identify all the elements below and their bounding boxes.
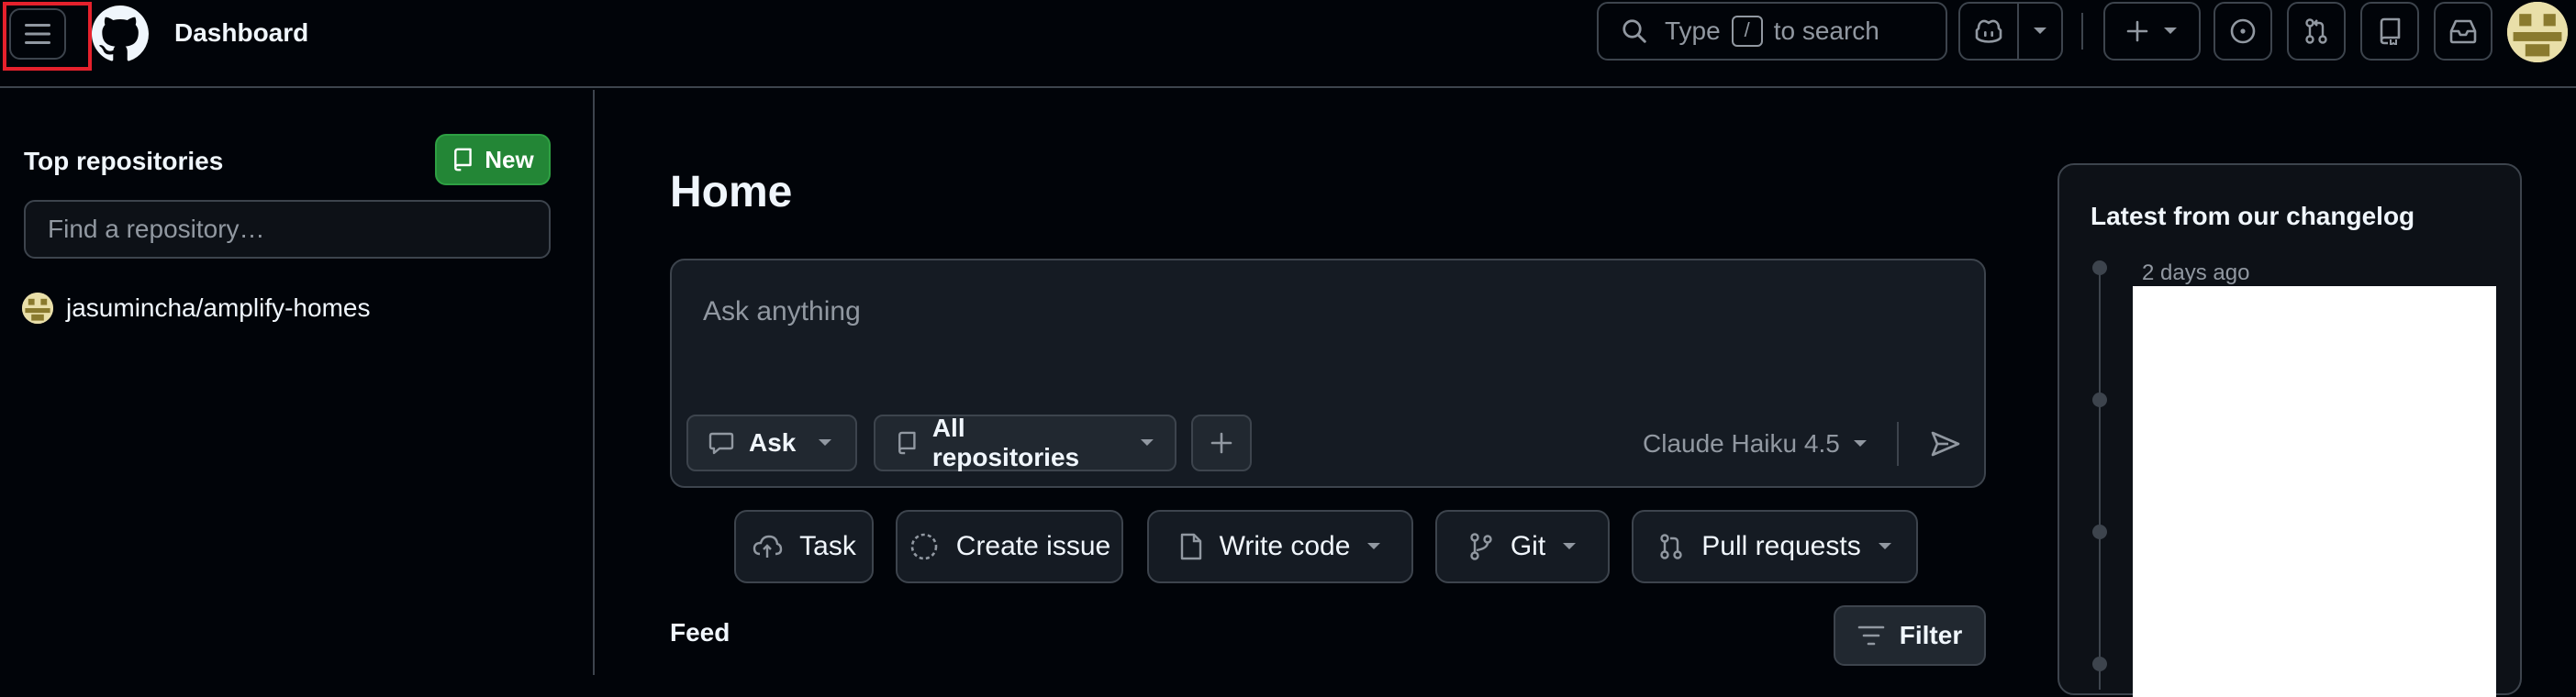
top-repositories-heading: Top repositories (24, 147, 224, 175)
mode-label: Ask (749, 428, 797, 457)
chevron-down-icon (1367, 543, 1381, 549)
cloud-upload-icon (753, 535, 783, 558)
repo-icon (2380, 17, 2401, 45)
quick-action-label: Create issue (955, 531, 1111, 561)
model-label: Claude Haiku 4.5 (1643, 429, 1840, 458)
copilot-menu-toggle[interactable] (2019, 27, 2061, 36)
ask-input[interactable] (701, 292, 1619, 332)
quick-action-label: Task (799, 531, 856, 561)
quick-action-label: Git (1510, 531, 1546, 561)
find-repository-input[interactable] (24, 200, 551, 259)
ask-divider (1897, 422, 1899, 466)
pull-requests-button[interactable] (2287, 2, 2346, 61)
inbox-icon (2449, 19, 2477, 44)
chevron-down-icon (1853, 440, 1867, 447)
timeline-dot (2092, 260, 2107, 275)
search-prefix: Type (1665, 17, 1721, 45)
page-context-title[interactable]: Dashboard (174, 15, 308, 51)
create-new-button[interactable] (2103, 2, 2201, 61)
timeline-dot (2092, 525, 2107, 539)
scope-label: All repositories (931, 414, 1080, 471)
task-button[interactable]: Task (734, 510, 874, 583)
changelog-card: Latest from our changelog 2 days ago (2057, 163, 2522, 697)
chevron-down-icon (2034, 28, 2046, 34)
filter-icon (1857, 625, 1885, 646)
copilot-ask-box: Ask All repositories Claude Haiku 4.5 (670, 259, 1986, 488)
changelog-heading: Latest from our changelog (2091, 202, 2415, 230)
file-icon (1180, 533, 1201, 560)
repository-scope-button[interactable]: All repositories (874, 414, 1176, 471)
dashboard-sidebar: Top repositories New jasumincha/amplify-… (0, 90, 595, 675)
timeline-dot (2092, 657, 2107, 671)
focus-highlight (3, 2, 92, 71)
search-icon (1623, 19, 1646, 43)
send-button[interactable] (1920, 418, 1971, 470)
timeline-dot (2092, 393, 2107, 407)
quick-action-label: Write code (1219, 531, 1351, 561)
write-code-button[interactable]: Write code (1147, 510, 1413, 583)
changelog-date: 2 days ago (2142, 260, 2250, 285)
github-logo-icon[interactable] (92, 6, 149, 62)
inbox-button[interactable] (2434, 2, 2492, 61)
quick-action-label: Pull requests (1701, 531, 1861, 561)
pull-requests-quick-button[interactable]: Pull requests (1632, 510, 1918, 583)
timeline-line (2099, 268, 2101, 690)
add-context-button[interactable] (1191, 415, 1252, 471)
chevron-down-icon (1563, 543, 1577, 549)
user-avatar[interactable] (2507, 2, 2568, 62)
mode-select-button[interactable]: Ask (686, 415, 857, 471)
plus-icon (1210, 432, 1232, 454)
repository-link[interactable]: jasumincha/amplify-homes (22, 290, 370, 326)
chevron-down-icon (1141, 439, 1154, 446)
chevron-down-icon (819, 439, 832, 446)
chevron-down-icon (1878, 543, 1891, 549)
copilot-main[interactable] (1960, 4, 2019, 59)
filter-label: Filter (1899, 621, 1963, 649)
repo-icon (454, 148, 473, 171)
search-input[interactable]: Type / to search (1597, 2, 1947, 61)
changelog-image[interactable] (2133, 286, 2496, 697)
repo-owner-avatar (22, 293, 53, 324)
git-button[interactable]: Git (1435, 510, 1610, 583)
model-select[interactable]: Claude Haiku 4.5 (1643, 426, 1868, 462)
repository-name: jasumincha/amplify-homes (66, 293, 371, 322)
page-title: Home (670, 168, 793, 216)
repo-icon (898, 431, 916, 455)
git-branch-icon (1470, 533, 1492, 560)
pull-requests-icon (1660, 534, 1682, 559)
top-header: Dashboard Type / to search (0, 0, 2576, 88)
search-shortcut-key: / (1731, 16, 1763, 47)
issue-draft-icon (910, 533, 938, 560)
copilot-button[interactable] (1958, 2, 2063, 61)
create-issue-button[interactable]: Create issue (896, 510, 1123, 583)
chevron-down-icon (2164, 28, 2177, 34)
send-icon (1931, 431, 1960, 457)
issues-button[interactable] (2214, 2, 2272, 61)
plus-icon (2126, 20, 2148, 42)
feed-heading: Feed (670, 618, 730, 647)
comment-icon (708, 432, 734, 455)
pull-requests-icon (2305, 18, 2327, 44)
issues-icon (2230, 18, 2256, 44)
new-repository-button[interactable]: New (435, 134, 551, 185)
filter-button[interactable]: Filter (1834, 605, 1986, 666)
search-suffix: to search (1773, 17, 1879, 45)
new-button-label: New (485, 145, 534, 173)
copilot-icon (1975, 19, 2002, 43)
repositories-button[interactable] (2360, 2, 2419, 61)
header-divider (2081, 13, 2083, 50)
